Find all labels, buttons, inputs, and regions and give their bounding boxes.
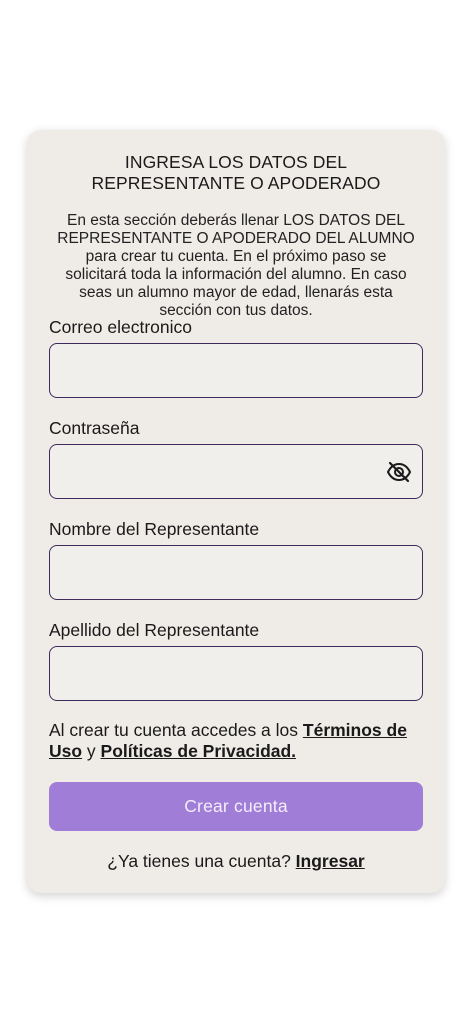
password-field[interactable] <box>49 444 423 499</box>
signup-card: INGRESA LOS DATOS DEL REPRESENTANTE O AP… <box>27 130 445 893</box>
email-field[interactable] <box>49 343 423 398</box>
terms-notice: Al crear tu cuenta accedes a los Término… <box>49 720 423 762</box>
email-group: Correo electronico <box>49 317 423 398</box>
terms-prefix: Al crear tu cuenta accedes a los <box>49 720 303 740</box>
first-name-field[interactable] <box>49 545 423 600</box>
password-label: Contraseña <box>49 418 140 438</box>
terms-connector: y <box>82 741 101 761</box>
login-prompt-text: ¿Ya tienes una cuenta? <box>107 851 296 871</box>
form-description: En esta sección deberás llenar LOS DATOS… <box>57 212 415 319</box>
privacy-link[interactable]: Políticas de Privacidad. <box>101 741 297 761</box>
last-name-group: Apellido del Representante <box>49 620 423 701</box>
first-name-group: Nombre del Representante <box>49 519 423 600</box>
login-prompt: ¿Ya tienes una cuenta? Ingresar <box>27 851 445 872</box>
email-label: Correo electronico <box>49 317 192 337</box>
password-group: Contraseña <box>49 418 423 499</box>
last-name-field[interactable] <box>49 646 423 701</box>
login-link[interactable]: Ingresar <box>296 851 365 871</box>
last-name-label: Apellido del Representante <box>49 620 260 640</box>
eye-off-icon[interactable] <box>386 460 412 484</box>
first-name-label: Nombre del Representante <box>49 519 260 539</box>
create-account-button[interactable]: Crear cuenta <box>49 782 423 831</box>
form-title: INGRESA LOS DATOS DEL REPRESENTANTE O AP… <box>91 152 381 193</box>
